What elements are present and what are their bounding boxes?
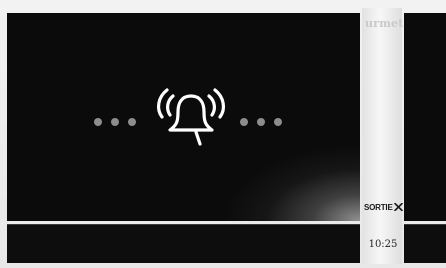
progress-dot bbox=[128, 118, 136, 126]
secondary-screen bbox=[404, 13, 446, 221]
side-panel bbox=[362, 8, 402, 264]
progress-dot bbox=[274, 118, 282, 126]
call-progress-dots-left bbox=[94, 118, 136, 126]
exit-button[interactable]: SORTIE bbox=[364, 202, 403, 212]
progress-dot bbox=[240, 118, 248, 126]
progress-dot bbox=[94, 118, 102, 126]
exit-label-text: SORTIE bbox=[364, 203, 393, 212]
brand-logo: urmet bbox=[365, 17, 404, 30]
bottom-status-bar bbox=[7, 224, 360, 263]
progress-dot bbox=[111, 118, 119, 126]
close-x-icon bbox=[393, 202, 403, 212]
secondary-bottom-bar bbox=[404, 224, 446, 263]
ringing-bell-icon bbox=[156, 88, 226, 146]
call-progress-dots-right bbox=[240, 118, 282, 126]
clock-display: 10:25 bbox=[368, 239, 398, 250]
progress-dot bbox=[257, 118, 265, 126]
